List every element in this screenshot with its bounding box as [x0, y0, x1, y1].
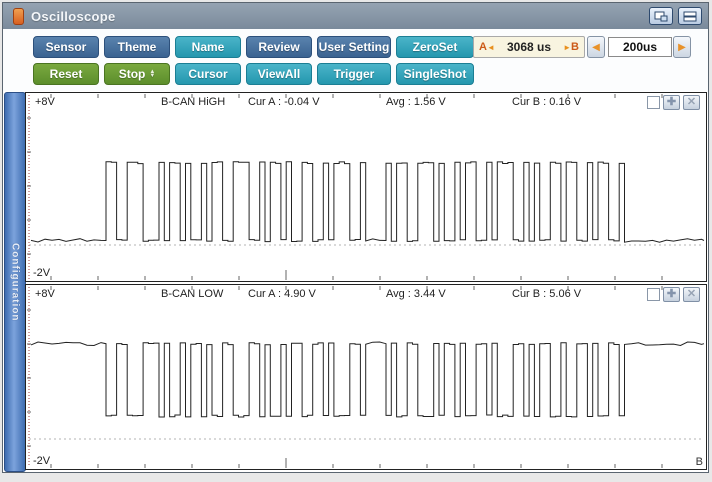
- oscilloscope-window: Oscilloscope Sensor Theme Name Review Us…: [2, 2, 709, 473]
- zeroset-button[interactable]: ZeroSet: [396, 36, 474, 58]
- cursor-b-label: B: [571, 41, 579, 53]
- user-setting-button[interactable]: User Setting: [317, 36, 391, 58]
- scale-bottom-label: -2V: [33, 455, 51, 467]
- average-value: Avg : 1.56 V: [386, 96, 446, 108]
- windows-icon: [654, 11, 668, 21]
- review-button[interactable]: Review: [246, 36, 312, 58]
- screen: Oscilloscope Sensor Theme Name Review Us…: [0, 0, 712, 482]
- waveform-panel-bcan-high: +8V B-CAN HiGH Cur A : -0.04 V Avg : 1.5…: [25, 92, 707, 282]
- window-title: Oscilloscope: [31, 8, 116, 24]
- scale-top-label: +8V: [35, 96, 55, 108]
- theme-button[interactable]: Theme: [104, 36, 170, 58]
- left-arrow-icon: ◀: [592, 41, 600, 53]
- waveform-plot-high: [27, 94, 705, 280]
- toolbar-buttons: Sensor Theme Name Review User Setting Ze…: [33, 36, 474, 85]
- titlebar: Oscilloscope: [3, 3, 708, 29]
- trigger-button[interactable]: Trigger: [317, 63, 391, 85]
- scale-top-label: +8V: [35, 288, 55, 300]
- stop-spinner-icon: ▲ ▼: [149, 69, 156, 79]
- cursor-a-label: A: [479, 41, 487, 53]
- cursor-a-value: Cur A : -0.04 V: [248, 96, 320, 108]
- toolbar: Sensor Theme Name Review User Setting Ze…: [3, 29, 708, 91]
- zoom-in-button[interactable]: ✚: [663, 287, 680, 302]
- waveform-panel-bcan-low: +8V B-CAN LOW Cur A : 4.90 V Avg : 3.44 …: [25, 284, 707, 470]
- cursor-b-arrow-icon: ►: [563, 43, 572, 52]
- ab-time-value: 3068 us: [506, 40, 552, 54]
- plus-icon: ✚: [666, 96, 677, 108]
- plus-icon: ✚: [666, 288, 677, 300]
- singleshot-button[interactable]: SingleShot: [396, 63, 474, 85]
- configuration-tab-label: Configuration: [9, 242, 21, 322]
- stop-button[interactable]: Stop ▲ ▼: [104, 63, 170, 85]
- right-arrow-icon: ▶: [678, 41, 686, 53]
- channel-name: B-CAN LOW: [161, 288, 224, 300]
- channel-checkbox[interactable]: [647, 288, 660, 301]
- name-button[interactable]: Name: [175, 36, 241, 58]
- timebase-increase-button[interactable]: ▶: [673, 36, 691, 58]
- channel-checkbox[interactable]: [647, 96, 660, 109]
- close-channel-button[interactable]: ✕: [683, 95, 700, 110]
- app-icon: [13, 7, 24, 25]
- cursor-button[interactable]: Cursor: [175, 63, 241, 85]
- window-restore-button[interactable]: [649, 7, 673, 25]
- waveform-plot-low: [27, 286, 705, 468]
- close-channel-button[interactable]: ✕: [683, 287, 700, 302]
- timebase-value: 200us: [608, 37, 672, 57]
- configuration-tab[interactable]: Configuration: [4, 92, 26, 472]
- timebase-decrease-button[interactable]: ◀: [587, 36, 605, 58]
- cursor-a-value: Cur A : 4.90 V: [248, 288, 316, 300]
- close-icon: ✕: [686, 288, 697, 300]
- close-icon: ✕: [686, 96, 697, 108]
- scale-bottom-label: -2V: [33, 267, 51, 279]
- cursor-b-value: Cur B : 0.16 V: [512, 96, 582, 108]
- cursor-b-marker: B: [695, 456, 703, 468]
- cursor-a-arrow-icon: ◄: [486, 43, 495, 52]
- stacked-bars-icon: [683, 11, 697, 21]
- sensor-button[interactable]: Sensor: [33, 36, 99, 58]
- viewall-button[interactable]: ViewAll: [246, 63, 312, 85]
- average-value: Avg : 3.44 V: [386, 288, 446, 300]
- cursor-ab-readout[interactable]: A◄ 3068 us ►B: [473, 36, 585, 58]
- reset-button[interactable]: Reset: [33, 63, 99, 85]
- window-layout-button[interactable]: [678, 7, 702, 25]
- zoom-in-button[interactable]: ✚: [663, 95, 680, 110]
- channel-name: B-CAN HiGH: [161, 96, 226, 108]
- cursor-b-value: Cur B : 5.06 V: [512, 288, 582, 300]
